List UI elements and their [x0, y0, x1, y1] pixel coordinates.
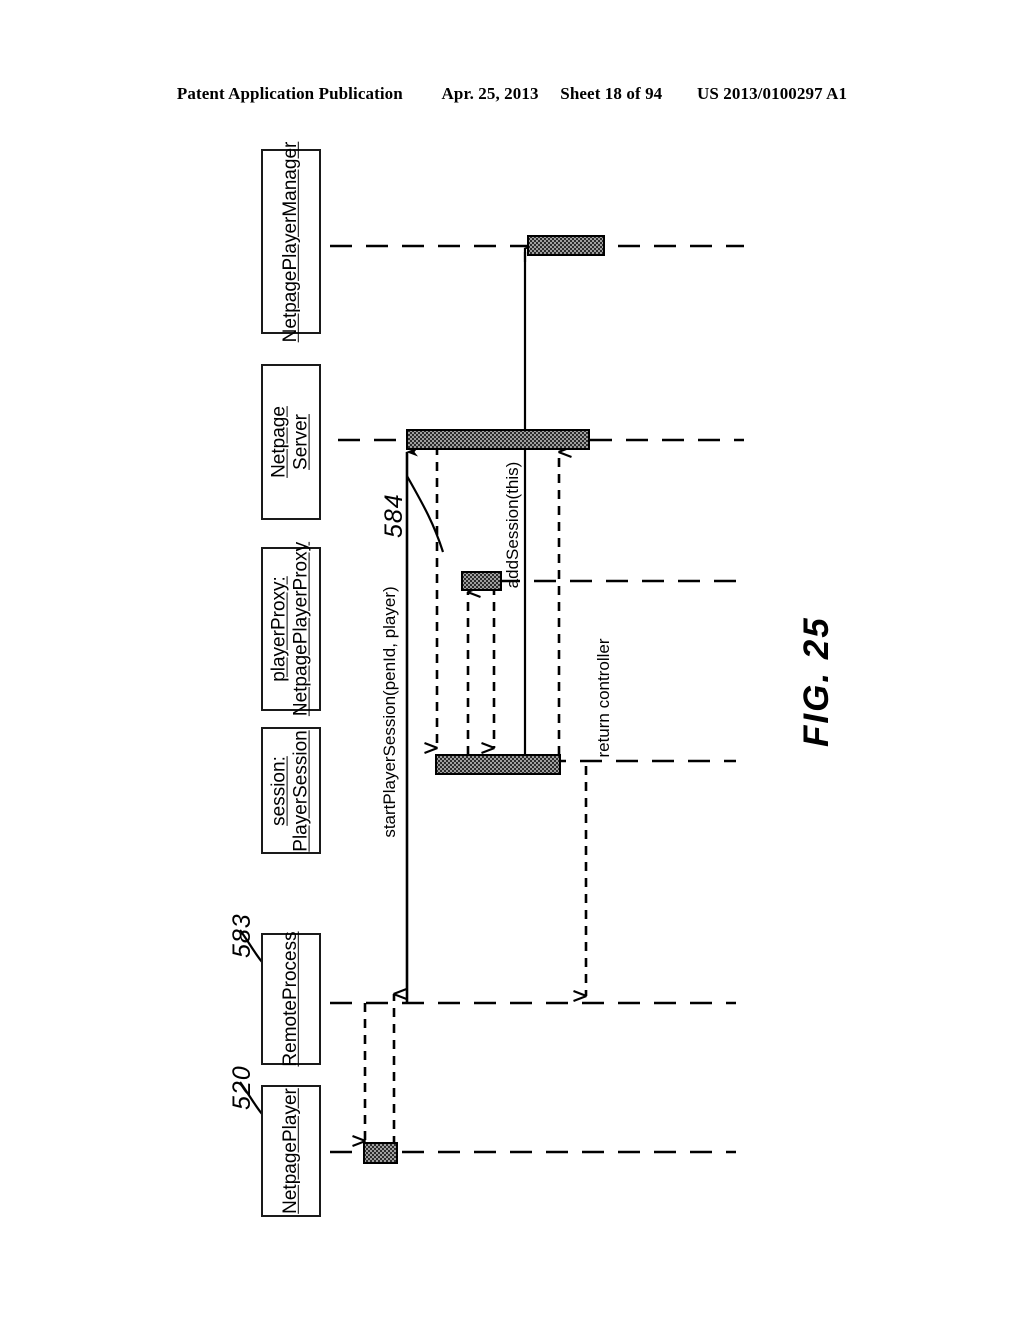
sequence-diagram: NetpagePlayerManager Netpage Server play… — [0, 0, 1024, 1320]
activation-bar-player-proxy — [461, 571, 502, 591]
activation-bar-netpage-server — [406, 429, 590, 450]
figure-label: FIG. 25 — [797, 616, 836, 747]
participant-box-remote-process[interactable]: RemoteProcess — [261, 931, 321, 1067]
reference-numeral-584: 584 — [380, 493, 408, 538]
participant-box-player-proxy[interactable]: playerProxy: NetpagePlayerProxy — [261, 542, 321, 716]
participant-label-remote-process: RemoteProcess — [279, 931, 301, 1067]
activation-bar-netpage-player-manager — [527, 235, 605, 256]
activation-bar-netpage-player — [363, 1142, 398, 1164]
activation-bar-session — [435, 754, 561, 775]
reference-numeral-520: 520 — [228, 1065, 256, 1110]
participant-box-netpage-player-manager[interactable]: NetpagePlayerManager — [261, 141, 321, 342]
diagram-vector-layer — [239, 235, 744, 1164]
participant-label-netpage-player-manager: NetpagePlayerManager — [279, 141, 301, 342]
participant-box-netpage-server[interactable]: Netpage Server — [261, 364, 321, 520]
participant-label-player-proxy: playerProxy: NetpagePlayerProxy — [268, 541, 312, 717]
message-label-return-controller: return controller — [594, 638, 613, 758]
participant-box-netpage-player[interactable]: NetpagePlayer — [261, 1085, 321, 1217]
reference-numeral-583: 583 — [228, 913, 256, 958]
participant-label-netpage-player: NetpagePlayer — [279, 1088, 301, 1214]
message-label-add-session: addSession(this) — [503, 461, 522, 589]
participant-label-session: session: PlayerSession — [268, 729, 312, 852]
participant-label-netpage-server: Netpage Server — [268, 406, 312, 478]
participant-box-session[interactable]: session: PlayerSession — [261, 727, 321, 854]
message-label-start-player-session: startPlayerSession(penId, player) — [380, 586, 399, 838]
